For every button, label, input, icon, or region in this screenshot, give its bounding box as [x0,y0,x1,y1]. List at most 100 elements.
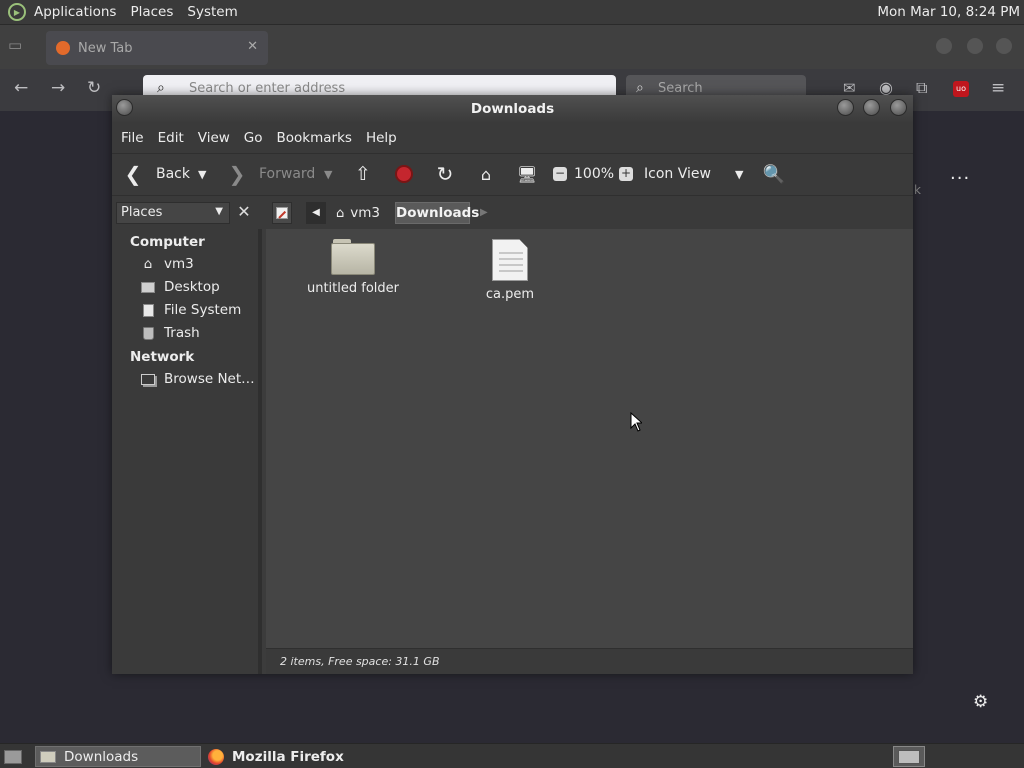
file-item-ca-pem[interactable]: ca.pem [455,239,565,302]
sidebar-heading-computer: Computer [130,234,205,250]
home-icon: ⌂ [143,256,153,272]
tab-title: New Tab [78,40,133,56]
breadcrumb-downloads[interactable]: Downloads [395,202,479,224]
window-title: Downloads [470,101,555,117]
workspace-switcher[interactable] [893,746,925,767]
search-icon: ⌕ [636,80,644,96]
menubar: File Edit View Go Bookmarks Help [112,123,913,153]
home-icon: ⌂ [336,205,345,221]
file-item-untitled-folder[interactable]: untitled folder [298,239,408,296]
sidebar-item-browse-network[interactable]: Browse Net… [140,371,255,387]
home-icon[interactable]: ⌂ [475,163,497,185]
search-icon[interactable]: 🔍 [763,163,785,185]
menu-edit[interactable]: Edit [151,130,191,146]
edit-location-icon[interactable] [272,202,292,224]
menu-icon[interactable]: ≡ [991,78,1005,98]
zoom-out-icon[interactable]: − [549,163,571,185]
places-sidebar: Computer ⌂ vm3 Desktop File System Trash… [112,229,262,674]
chevron-down-icon: ▼ [215,206,223,217]
zoom-level: 100% [574,166,615,182]
minimize-icon[interactable] [837,99,854,116]
chevron-down-icon[interactable]: ▼ [735,168,743,181]
close-sidebar-icon[interactable]: ✕ [234,202,254,224]
window-menu-icon[interactable] [116,99,133,116]
sidebar-type-select[interactable]: Places ▼ [116,202,230,224]
close-tab-icon[interactable]: ✕ [247,39,258,54]
sidebar-heading-network: Network [130,349,195,365]
reload-icon[interactable]: ↻ [434,162,456,186]
menu-view[interactable]: View [191,130,237,146]
sidebar-item-label: vm3 [164,256,194,272]
taskbar: Downloads Mozilla Firefox [0,743,1024,768]
menu-bookmarks[interactable]: Bookmarks [270,130,359,146]
location-bar: Places ▼ ✕ ◀ ⌂ vm3 Downloads ▶ [112,195,913,229]
forward-arrow-icon[interactable]: ❯ [226,162,248,186]
drive-icon [140,303,156,317]
firefox-favicon-icon [56,41,70,55]
file-icon-view[interactable]: untitled folder ca.pem [266,229,913,648]
taskbar-item-downloads[interactable]: Downloads [35,746,201,767]
back-button[interactable]: Back [156,166,190,182]
folder-icon [331,239,375,275]
up-arrow-icon[interactable]: ⇧ [352,163,374,185]
sidebar-item-label: Trash [164,325,200,341]
window-titlebar[interactable]: Downloads [112,95,913,123]
sidebar-item-label: Desktop [164,279,220,295]
gear-icon[interactable]: ⚙ [973,692,988,712]
sidebar-item-file-system[interactable]: File System [140,302,241,318]
more-icon[interactable]: ··· [950,168,970,189]
places-menu[interactable]: Places [123,4,180,20]
maximize-icon[interactable] [863,99,880,116]
breadcrumb-vm3[interactable]: ⌂ vm3 [330,202,388,224]
stop-icon[interactable] [393,163,415,185]
folder-icon [40,750,56,763]
sidebar-item-desktop[interactable]: Desktop [140,279,220,295]
minimize-icon[interactable] [936,38,952,54]
toolbar: ❮ Back ▼ ❯ Forward ▼ ⇧ ↻ ⌂ 🖥 − 100% + Ic… [112,153,913,195]
desktop-icon [140,280,156,294]
sidebar-item-vm3[interactable]: ⌂ vm3 [140,256,194,272]
zoom-in-icon[interactable]: + [615,163,637,185]
system-menu[interactable]: System [180,4,244,20]
menu-go[interactable]: Go [237,130,270,146]
extensions-icon[interactable]: ⧉ [916,78,927,98]
forward-history-dropdown-icon[interactable]: ▼ [324,168,332,181]
search-icon: ⌕ [157,80,165,96]
taskbar-item-label: Downloads [64,748,139,765]
show-desktop-icon[interactable] [2,747,24,766]
partial-text: k [914,183,921,197]
sidebar-item-trash[interactable]: Trash [140,325,200,341]
back-history-dropdown-icon[interactable]: ▼ [198,168,206,181]
distro-logo-icon[interactable]: ▶ [8,3,26,21]
sidebar-item-label: File System [164,302,242,318]
back-arrow-icon[interactable]: ← [14,78,28,98]
maximize-icon[interactable] [967,38,983,54]
reload-icon[interactable]: ↻ [87,78,101,98]
ublock-icon[interactable]: uo [953,81,969,97]
taskbar-item-firefox[interactable]: Mozilla Firefox [204,746,370,767]
forward-arrow-icon[interactable]: → [51,78,65,98]
url-placeholder: Search or enter address [189,81,346,96]
sidebar-item-label: Browse Net… [164,371,255,387]
applications-menu[interactable]: Applications [27,4,123,20]
breadcrumb-label: vm3 [350,205,380,221]
firefox-tab-newtab[interactable]: New Tab ✕ [46,31,268,65]
menu-file[interactable]: File [114,130,151,146]
back-arrow-icon[interactable]: ❮ [122,162,144,186]
close-window-icon[interactable] [996,38,1012,54]
computer-icon[interactable]: 🖥 [516,163,538,185]
search-placeholder: Search [658,81,703,96]
close-window-icon[interactable] [890,99,907,116]
menu-help[interactable]: Help [359,130,404,146]
forward-button[interactable]: Forward [259,166,315,182]
breadcrumb-scroll-right-icon[interactable]: ▶ [480,202,494,224]
top-panel: ▶ Applications Places System Mon Mar 10,… [0,0,1024,25]
view-mode-select[interactable]: Icon View [644,166,711,182]
sidebar-type-label: Places [121,205,163,220]
breadcrumb-scroll-left-icon[interactable]: ◀ [306,202,326,224]
file-name: untitled folder [306,281,399,296]
clock[interactable]: Mon Mar 10, 8:24 PM [877,4,1020,20]
taskbar-item-label: Mozilla Firefox [232,748,344,765]
trash-icon [140,326,156,340]
firefox-view-icon[interactable]: ▭ [8,36,22,54]
